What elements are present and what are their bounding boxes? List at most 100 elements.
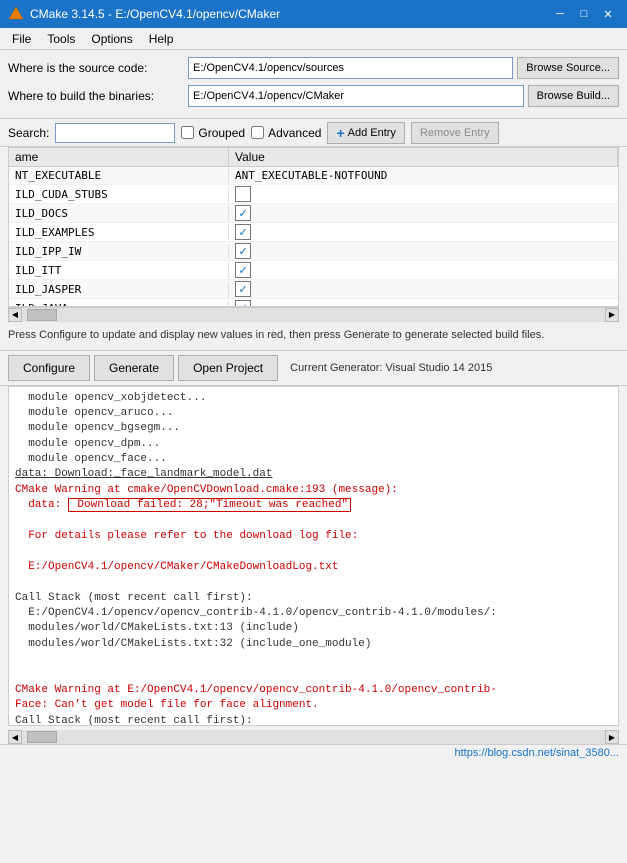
cell-value-3: ✓ <box>229 223 618 241</box>
cmake-table[interactable]: ame Value NT_EXECUTABLE ANT_EXECUTABLE-N… <box>8 147 619 307</box>
scroll-right-arrow-bottom[interactable]: ▶ <box>605 730 619 744</box>
scroll-track[interactable] <box>22 308 605 322</box>
scroll-right-arrow[interactable]: ▶ <box>605 308 619 322</box>
title-bar: CMake 3.14.5 - E:/OpenCV4.1/opencv/CMake… <box>0 0 627 28</box>
source-label: Where is the source code: <box>8 61 188 75</box>
log-line: CMake Warning at E:/OpenCV4.1/opencv/ope… <box>15 683 612 698</box>
log-line: Face: Can't get model file for face alig… <box>15 698 612 713</box>
log-line: E:/OpenCV4.1/opencv/CMaker/CMakeDownload… <box>15 560 612 575</box>
log-line <box>15 514 612 529</box>
menu-file[interactable]: File <box>4 30 39 48</box>
build-row: Where to build the binaries: Browse Buil… <box>8 84 619 108</box>
log-line <box>15 544 612 559</box>
table-row[interactable]: ILD_JAVA ✓ <box>9 299 618 307</box>
scroll-thumb-bottom[interactable] <box>27 731 57 743</box>
close-button[interactable]: ✕ <box>597 4 619 24</box>
log-line: data: Download failed: 28;"Timeout was r… <box>15 498 612 513</box>
cell-value-1 <box>229 185 618 203</box>
table-row[interactable]: ILD_IPP_IW ✓ <box>9 242 618 261</box>
cell-value-4: ✓ <box>229 242 618 260</box>
log-line: E:/OpenCV4.1/opencv/opencv_contrib-4.1.0… <box>15 606 612 621</box>
table-row[interactable]: ILD_CUDA_STUBS <box>9 185 618 204</box>
build-label: Where to build the binaries: <box>8 89 188 103</box>
cell-name-6: ILD_JASPER <box>9 282 229 297</box>
table-row[interactable]: ILD_DOCS ✓ <box>9 204 618 223</box>
log-line <box>15 668 612 683</box>
log-output[interactable]: module opencv_xobjdetect... module openc… <box>8 386 619 726</box>
generate-button[interactable]: Generate <box>94 355 174 381</box>
scroll-left-arrow[interactable]: ◀ <box>8 308 22 322</box>
open-project-button[interactable]: Open Project <box>178 355 278 381</box>
remove-entry-button[interactable]: Remove Entry <box>411 122 499 144</box>
cell-name-0: NT_EXECUTABLE <box>9 168 229 183</box>
cell-name-7: ILD_JAVA <box>9 301 229 308</box>
status-url: https://blog.csdn.net/sinat_3580... <box>454 747 619 759</box>
title-controls: ─ □ ✕ <box>549 4 619 24</box>
cell-name-1: ILD_CUDA_STUBS <box>9 187 229 202</box>
status-bar: https://blog.csdn.net/sinat_3580... <box>0 744 627 762</box>
menu-options[interactable]: Options <box>83 30 140 48</box>
grouped-label: Grouped <box>198 126 245 140</box>
scroll-thumb[interactable] <box>27 309 57 321</box>
form-area: Where is the source code: Browse Source.… <box>0 50 627 119</box>
source-row: Where is the source code: Browse Source.… <box>8 56 619 80</box>
source-input[interactable] <box>188 57 513 79</box>
maximize-button[interactable]: □ <box>573 4 595 24</box>
table-checkbox-2[interactable]: ✓ <box>235 205 251 221</box>
column-value-header: Value <box>229 148 618 166</box>
cell-name-2: ILD_DOCS <box>9 206 229 221</box>
horizontal-scrollbar[interactable]: ◀ ▶ <box>8 307 619 321</box>
log-line: module opencv_xobjdetect... <box>15 391 612 406</box>
log-line: module opencv_face... <box>15 452 612 467</box>
title-text: CMake 3.14.5 - E:/OpenCV4.1/opencv/CMake… <box>30 7 549 21</box>
browse-build-button[interactable]: Browse Build... <box>528 85 619 107</box>
log-line: module opencv_aruco... <box>15 406 612 421</box>
plus-icon: + <box>336 125 344 141</box>
log-line: module opencv_dpm... <box>15 437 612 452</box>
grouped-checkbox-group: Grouped <box>181 126 245 140</box>
grouped-checkbox[interactable] <box>181 126 194 139</box>
add-entry-label: Add Entry <box>348 127 396 139</box>
log-line: For details please refer to the download… <box>15 529 612 544</box>
table-row[interactable]: ILD_ITT ✓ <box>9 261 618 280</box>
log-line: CMake Warning at cmake/OpenCVDownload.cm… <box>15 483 612 498</box>
search-row: Search: Grouped Advanced + Add Entry Rem… <box>0 119 627 147</box>
table-checkbox-1[interactable] <box>235 186 251 202</box>
table-row[interactable]: NT_EXECUTABLE ANT_EXECUTABLE-NOTFOUND <box>9 167 618 185</box>
log-line: Call Stack (most recent call first): <box>15 591 612 606</box>
search-input[interactable] <box>55 123 175 143</box>
advanced-checkbox[interactable] <box>251 126 264 139</box>
log-line: modules/world/CMakeLists.txt:32 (include… <box>15 637 612 652</box>
cell-value-7: ✓ <box>229 299 618 307</box>
log-line: module opencv_bgsegm... <box>15 421 612 436</box>
cell-value-5: ✓ <box>229 261 618 279</box>
column-name-header: ame <box>9 148 229 166</box>
log-line: Call Stack (most recent call first): <box>15 714 612 726</box>
table-row[interactable]: ILD_EXAMPLES ✓ <box>9 223 618 242</box>
table-checkbox-4[interactable]: ✓ <box>235 243 251 259</box>
configure-button[interactable]: Configure <box>8 355 90 381</box>
menu-tools[interactable]: Tools <box>39 30 83 48</box>
bottom-horizontal-scrollbar[interactable]: ◀ ▶ <box>8 730 619 744</box>
scroll-left-arrow-bottom[interactable]: ◀ <box>8 730 22 744</box>
table-checkbox-3[interactable]: ✓ <box>235 224 251 240</box>
log-line: modules/world/CMakeLists.txt:13 (include… <box>15 621 612 636</box>
table-checkbox-5[interactable]: ✓ <box>235 262 251 278</box>
status-text: Press Configure to update and display ne… <box>0 321 627 350</box>
add-entry-button[interactable]: + Add Entry <box>327 122 405 144</box>
cell-name-4: ILD_IPP_IW <box>9 244 229 259</box>
table-checkbox-6[interactable]: ✓ <box>235 281 251 297</box>
table-row[interactable]: ILD_JASPER ✓ <box>9 280 618 299</box>
cell-name-3: ILD_EXAMPLES <box>9 225 229 240</box>
table-checkbox-7[interactable]: ✓ <box>235 300 251 307</box>
cell-value-2: ✓ <box>229 204 618 222</box>
scroll-track-bottom[interactable] <box>22 730 605 744</box>
generator-text: Current Generator: Visual Studio 14 2015 <box>290 362 492 374</box>
log-line <box>15 575 612 590</box>
build-input[interactable] <box>188 85 524 107</box>
search-label: Search: <box>8 126 49 140</box>
menu-help[interactable]: Help <box>141 30 182 48</box>
browse-source-button[interactable]: Browse Source... <box>517 57 619 79</box>
log-line <box>15 652 612 667</box>
minimize-button[interactable]: ─ <box>549 4 571 24</box>
